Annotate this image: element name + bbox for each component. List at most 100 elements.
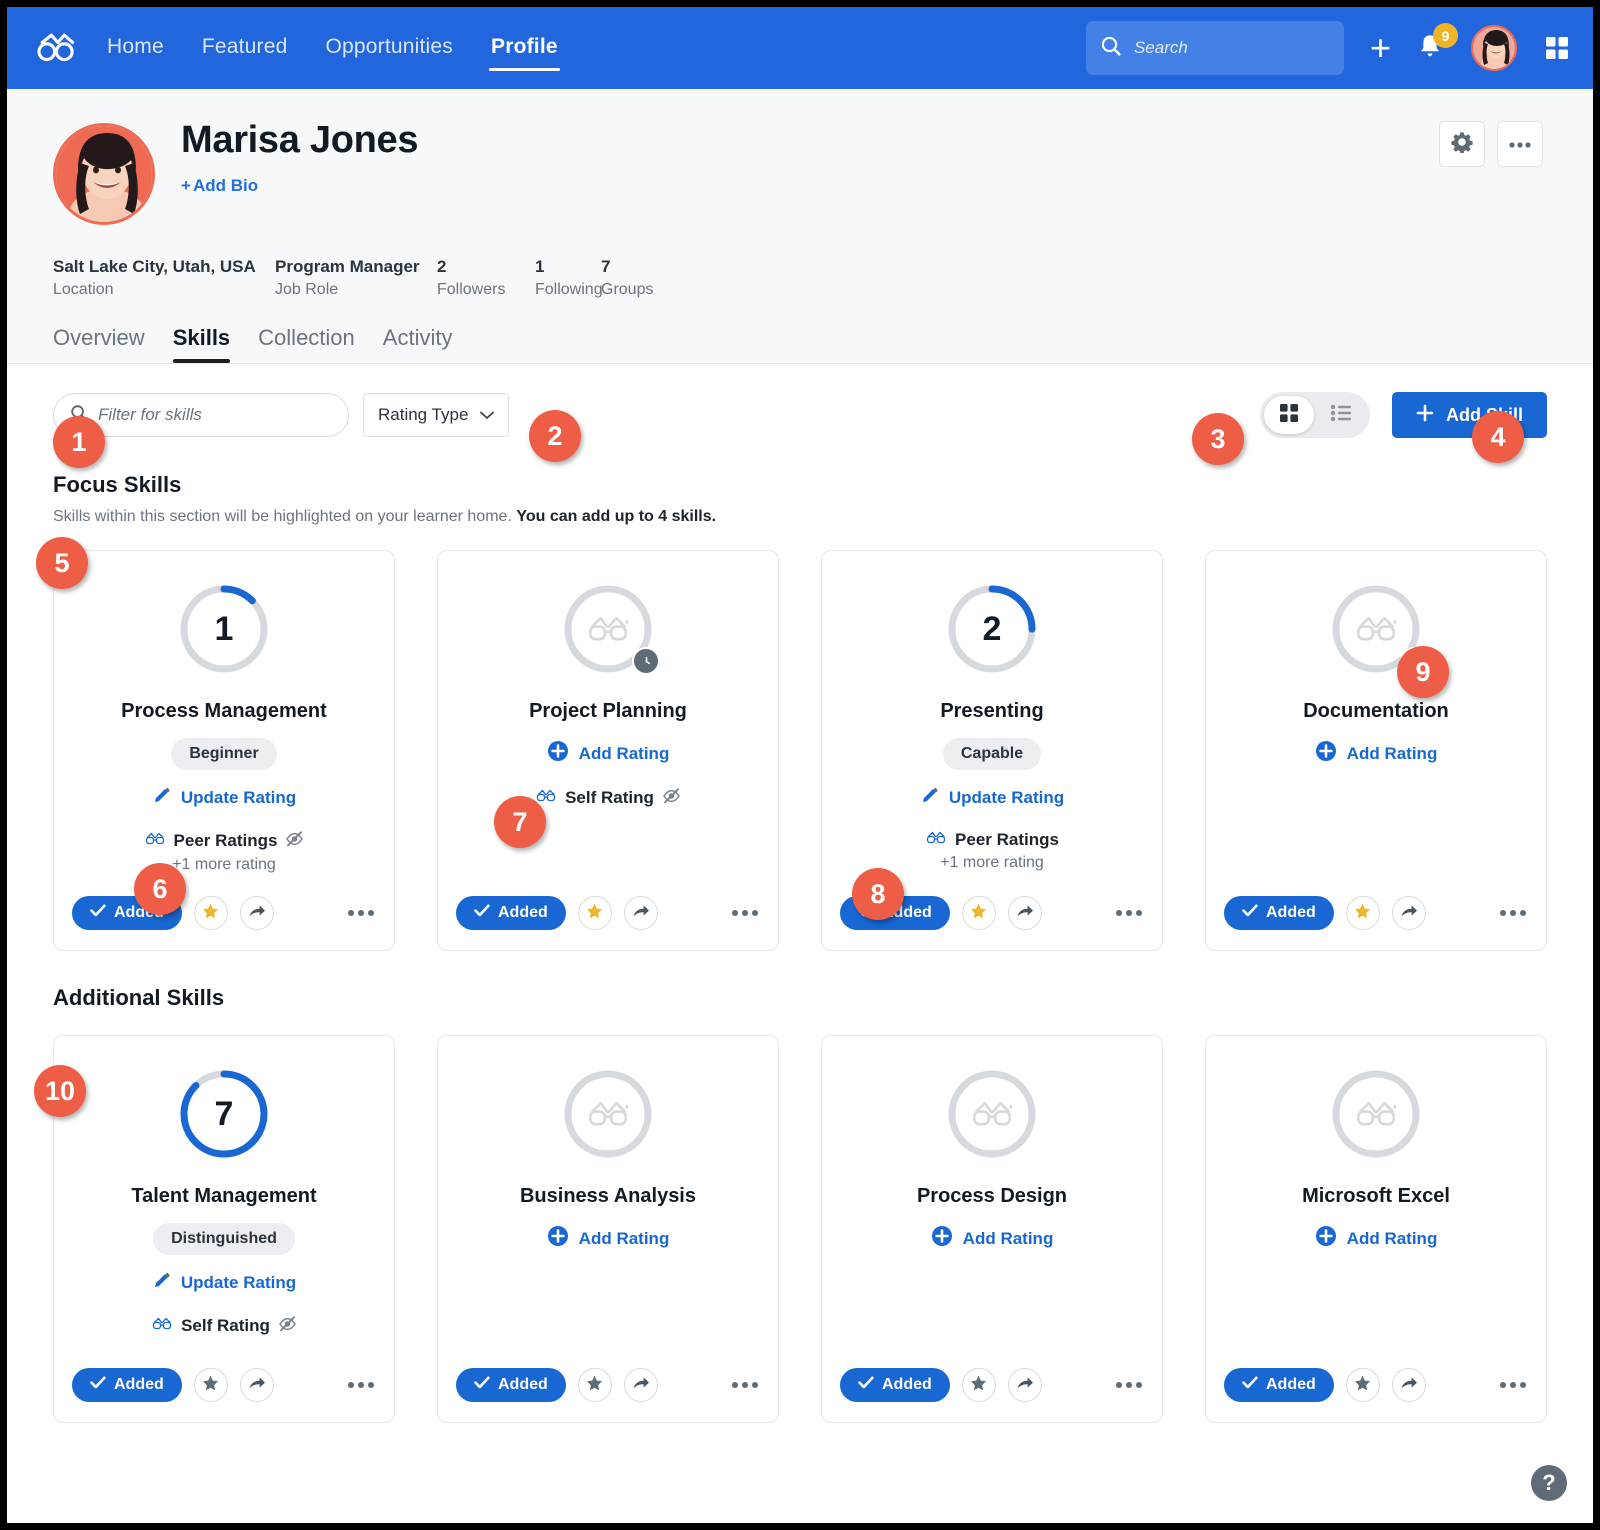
favorite-star-button[interactable] [577, 1368, 612, 1402]
add-rating-link[interactable]: Add Rating [547, 740, 669, 767]
focus-subtitle-normal: Skills within this section will be highl… [53, 508, 517, 525]
share-button[interactable] [1007, 1368, 1042, 1402]
added-button[interactable]: Added [456, 896, 566, 930]
share-button[interactable] [1391, 896, 1426, 930]
share-arrow-icon [1016, 1375, 1034, 1396]
skill-more-options-button[interactable] [730, 904, 760, 922]
favorite-star-button[interactable] [961, 896, 996, 930]
add-rating-link[interactable]: Add Rating [1315, 1225, 1437, 1252]
meta-groups[interactable]: 7 Groups [601, 257, 681, 299]
favorite-star-button[interactable] [193, 896, 228, 930]
add-bio-link[interactable]: + Add Bio [181, 176, 258, 196]
added-button[interactable]: Added [840, 1368, 950, 1402]
nav-link-featured[interactable]: Featured [200, 31, 290, 65]
pencil-icon [152, 786, 171, 810]
favorite-star-button[interactable] [577, 896, 612, 930]
share-button[interactable] [623, 896, 658, 930]
share-arrow-icon [1016, 903, 1034, 924]
added-button[interactable]: Added [1224, 1368, 1334, 1402]
plus-circle-icon [547, 1226, 568, 1246]
star-icon [203, 903, 219, 918]
tab-activity[interactable]: Activity [383, 325, 453, 363]
add-skill-button[interactable]: Add Skill [1391, 392, 1547, 438]
skill-card[interactable]: Process Design Add Rating Added [821, 1035, 1163, 1423]
star-icon [1354, 903, 1371, 924]
share-button[interactable] [239, 1368, 274, 1402]
eye-slash-icon [278, 1316, 296, 1332]
app-switcher-grid-icon[interactable] [1543, 34, 1571, 62]
hidden-eye-slash-icon [662, 787, 681, 809]
skill-more-options-button[interactable] [1114, 1376, 1144, 1394]
degreed-glasses-logo-icon[interactable] [33, 28, 79, 68]
profile-settings-button[interactable] [1439, 121, 1485, 167]
meta-following[interactable]: 1 Following [535, 257, 603, 299]
ellipsis-dot [348, 1382, 354, 1388]
nav-link-home[interactable]: Home [105, 31, 166, 65]
tab-overview[interactable]: Overview [53, 325, 145, 363]
skill-rating-value: 7 [214, 1094, 234, 1133]
added-button[interactable]: Added [456, 1368, 566, 1402]
favorite-star-button[interactable] [1345, 896, 1380, 930]
add-rating-link[interactable]: Add Rating [1315, 740, 1437, 767]
added-button[interactable]: Added [1224, 896, 1334, 930]
tab-skills[interactable]: Skills [172, 325, 231, 363]
profile-more-options-button[interactable] [1497, 121, 1543, 167]
meta-followers[interactable]: 2 Followers [437, 257, 535, 299]
skill-more-options-button[interactable] [346, 904, 376, 922]
share-arrow-icon [249, 904, 265, 916]
tab-collection[interactable]: Collection [258, 325, 355, 363]
help-button[interactable]: ? [1531, 1465, 1567, 1501]
skill-rating-value: 2 [982, 609, 1002, 648]
create-plus-icon[interactable]: + [1370, 30, 1391, 66]
update-rating-link[interactable]: Update Rating [152, 786, 296, 810]
callout-badge-10: 10 [34, 1065, 86, 1117]
skill-card[interactable]: Business Analysis Add Rating Added [437, 1035, 779, 1423]
focus-skill-card-grid: 1 Process Management Beginner Update Rating… [53, 550, 1547, 951]
hidden-eye-slash-icon [285, 830, 304, 852]
rating-type-dropdown[interactable]: Rating Type [363, 393, 510, 437]
skill-card[interactable]: Microsoft Excel Add Rating Added [1205, 1035, 1547, 1423]
search-icon [1100, 35, 1122, 62]
global-search-input[interactable] [1133, 38, 1330, 58]
nav-link-profile[interactable]: Profile [489, 31, 560, 71]
update-rating-link[interactable]: Update Rating [152, 1271, 296, 1295]
share-button[interactable] [623, 1368, 658, 1402]
nav-link-opportunities[interactable]: Opportunities [323, 31, 455, 65]
added-label: Added [1266, 1376, 1316, 1393]
added-button[interactable]: Added [72, 1368, 182, 1402]
favorite-star-button[interactable] [193, 1368, 228, 1402]
skill-card[interactable]: 7 Talent Management Distinguished Update Ra… [53, 1035, 395, 1423]
skill-card[interactable]: Documentation Add Rating Added [1205, 550, 1547, 951]
add-rating-link[interactable]: Add Rating [547, 1225, 669, 1252]
skill-more-options-button[interactable] [1498, 904, 1528, 922]
pencil-icon [920, 786, 939, 810]
skill-rating-source: Peer Ratings +1 more rating [925, 830, 1059, 872]
share-button[interactable] [1007, 896, 1042, 930]
skill-card-footer: Added [1224, 1346, 1528, 1402]
list-view-button[interactable] [1316, 396, 1366, 434]
skill-filter-input[interactable] [98, 405, 332, 425]
check-icon [474, 904, 490, 922]
skill-more-options-button[interactable] [346, 1376, 376, 1394]
skill-card[interactable]: 1 Process Management Beginner Update Rating… [53, 550, 395, 951]
favorite-star-button[interactable] [961, 1368, 996, 1402]
share-button[interactable] [239, 896, 274, 930]
skill-more-options-button[interactable] [1114, 904, 1144, 922]
additional-skills-title: Additional Skills [53, 985, 225, 1010]
update-rating-link[interactable]: Update Rating [920, 786, 1064, 810]
add-rating-link[interactable]: Add Rating [931, 1225, 1053, 1252]
rating-source-label: Self Rating [565, 788, 654, 807]
notifications-bell-icon[interactable]: 9 [1417, 23, 1458, 64]
skill-more-options-button[interactable] [730, 1376, 760, 1394]
focus-skills-title: Focus Skills [53, 472, 182, 497]
skill-card[interactable]: Project Planning Add Rating Self Rating Add… [437, 550, 779, 951]
user-avatar-nav[interactable] [1471, 25, 1517, 71]
global-search-box[interactable] [1085, 21, 1344, 75]
callout-badge-2: 2 [529, 410, 581, 462]
grid-view-button[interactable] [1263, 396, 1314, 434]
favorite-star-button[interactable] [1345, 1368, 1380, 1402]
skill-name: Process Management [121, 700, 327, 722]
skill-more-options-button[interactable] [1498, 1376, 1528, 1394]
skill-placeholder-glasses-icon [944, 1066, 1040, 1162]
share-button[interactable] [1391, 1368, 1426, 1402]
